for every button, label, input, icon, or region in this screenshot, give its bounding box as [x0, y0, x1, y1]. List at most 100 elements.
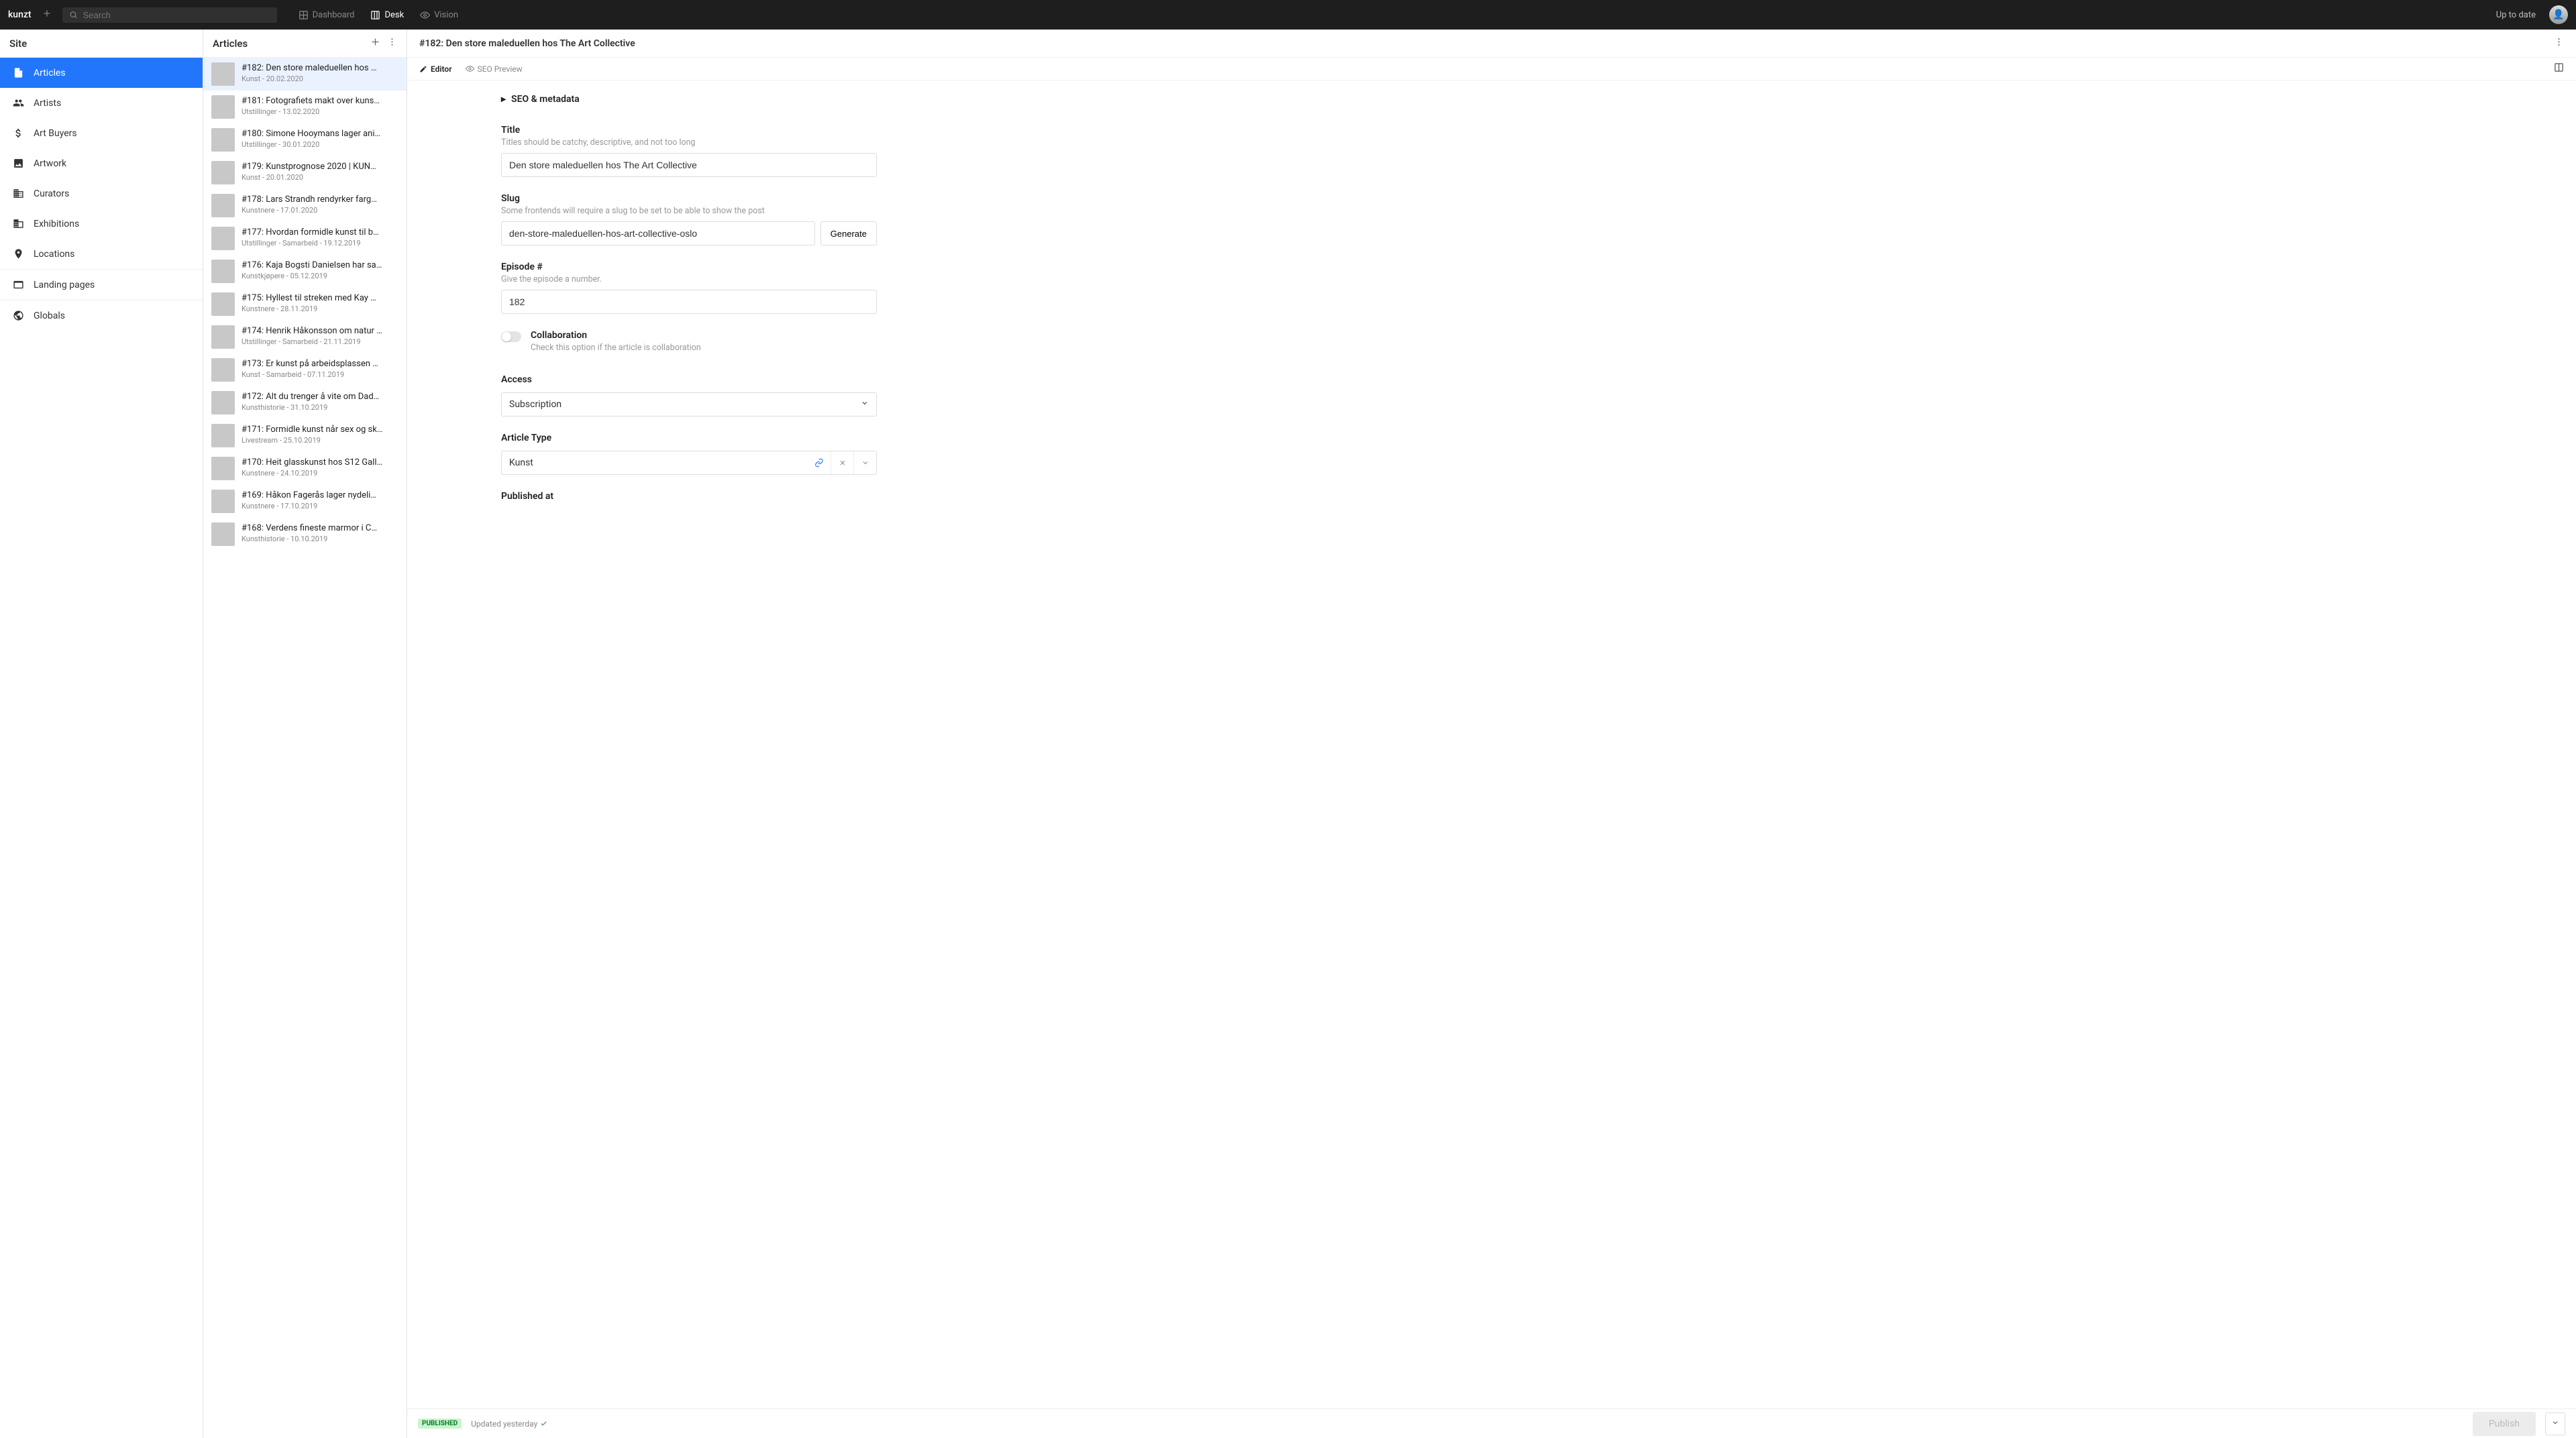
site-panel-header: Site [0, 30, 203, 58]
globals-icon [12, 310, 24, 321]
sidebar-item-landing-pages[interactable]: Landing pages [0, 270, 203, 300]
search-input-container[interactable] [62, 7, 277, 23]
articles-icon [12, 67, 24, 78]
eye-icon [420, 10, 430, 20]
articles-panel-title: Articles [213, 38, 248, 50]
article-type-reference[interactable]: Kunst [501, 451, 877, 475]
access-select[interactable]: Subscription [501, 392, 877, 417]
episode-input[interactable] [501, 290, 877, 314]
sidebar-item-globals[interactable]: Globals [0, 300, 203, 331]
article-title: #173: Er kunst på arbeidsplassen … [241, 358, 398, 370]
publish-button[interactable]: Publish [2473, 1412, 2536, 1436]
article-list-item[interactable]: #182: Den store maleduellen hos …Kunst -… [203, 58, 407, 91]
article-list-item[interactable]: #176: Kaja Bogsti Danielsen har sa…Kunst… [203, 255, 407, 288]
split-view-button[interactable] [2554, 62, 2564, 75]
article-thumbnail [211, 62, 235, 86]
article-thumbnail [211, 128, 235, 152]
nav-desk-label: Desk [384, 10, 404, 20]
sidebar-item-label: Curators [34, 188, 69, 199]
new-window-button[interactable] [38, 6, 56, 23]
title-input[interactable] [501, 153, 877, 177]
clear-reference-button[interactable] [830, 451, 853, 474]
article-meta: Kunstnere - 17.01.2020 [241, 206, 398, 215]
article-list-item[interactable]: #173: Er kunst på arbeidsplassen …Kunst … [203, 353, 407, 386]
article-title: #171: Formidle kunst når sex og sk… [241, 424, 398, 436]
sidebar-item-artwork[interactable]: Artwork [0, 148, 203, 178]
articles-menu-button[interactable] [387, 37, 397, 50]
pencil-icon [419, 65, 427, 73]
article-meta: Utstillinger - Samarbeid - 21.11.2019 [241, 337, 398, 346]
site-panel-title: Site [9, 38, 27, 50]
nav-vision[interactable]: Vision [413, 6, 465, 24]
article-list-item[interactable]: #172: Alt du trenger å vite om Dad…Kunst… [203, 386, 407, 419]
sidebar-item-label: Art Buyers [34, 128, 77, 139]
article-title: #170: Heit glasskunst hos S12 Gall… [241, 457, 398, 469]
article-thumbnail [211, 391, 235, 414]
sidebar-item-curators[interactable]: Curators [0, 178, 203, 209]
article-list-item[interactable]: #180: Simone Hooymans lager ani…Utstilli… [203, 123, 407, 156]
sidebar-item-exhibitions[interactable]: Exhibitions [0, 209, 203, 239]
article-meta: Kunsthistorie - 31.10.2019 [241, 403, 398, 412]
article-list-item[interactable]: #168: Verdens fineste marmor i C…Kunsthi… [203, 518, 407, 551]
article-meta: Kunstnere - 28.11.2019 [241, 305, 398, 313]
check-icon [540, 1420, 547, 1427]
collaboration-toggle[interactable] [501, 331, 521, 342]
article-thumbnail [211, 424, 235, 447]
landing-pages-icon [12, 279, 24, 290]
slug-input[interactable] [501, 221, 815, 245]
link-icon[interactable] [808, 451, 830, 474]
article-meta: Utstillinger - 13.02.2020 [241, 107, 398, 116]
sidebar-item-art-buyers[interactable]: Art Buyers [0, 118, 203, 148]
article-list-item[interactable]: #171: Formidle kunst når sex og sk…Lives… [203, 419, 407, 452]
tab-seo-preview[interactable]: SEO Preview [466, 64, 523, 74]
articles-panel-header: Articles [203, 30, 407, 58]
doc-menu-button[interactable] [2554, 37, 2564, 50]
sidebar-item-articles[interactable]: Articles [0, 58, 203, 88]
article-title: #179: Kunstprognose 2020 | KUN… [241, 161, 398, 173]
tab-editor[interactable]: Editor [419, 64, 452, 74]
article-title: #180: Simone Hooymans lager ani… [241, 128, 398, 140]
user-avatar[interactable]: 👤 [2549, 5, 2568, 24]
nav-dashboard[interactable]: Dashboard [292, 6, 362, 24]
article-list-item[interactable]: #175: Hyllest til streken med Kay …Kunst… [203, 288, 407, 321]
search-input[interactable] [83, 10, 270, 20]
article-meta: Kunst - 20.01.2020 [241, 173, 398, 182]
sidebar-item-label: Artwork [34, 158, 66, 169]
nav-desk[interactable]: Desk [364, 6, 411, 24]
reference-dropdown-button[interactable] [853, 451, 876, 474]
status-badge: PUBLISHED [418, 1419, 462, 1429]
published-at-label: Published at [501, 491, 877, 502]
dashboard-icon [299, 10, 309, 20]
article-list-item[interactable]: #170: Heit glasskunst hos S12 Gall…Kunst… [203, 452, 407, 485]
sidebar-item-locations[interactable]: Locations [0, 239, 203, 269]
artwork-icon [12, 158, 24, 169]
article-list-item[interactable]: #177: Hvordan formidle kunst til b…Utsti… [203, 222, 407, 255]
seo-metadata-label: SEO & metadata [511, 94, 580, 105]
add-article-button[interactable] [370, 37, 380, 50]
episode-label: Episode # [501, 262, 877, 272]
doc-title: #182: Den store maleduellen hos The Art … [419, 38, 635, 49]
eye-icon [466, 64, 474, 73]
updated-text: Updated yesterday [471, 1419, 547, 1429]
publish-more-button[interactable] [2545, 1413, 2565, 1435]
article-list-item[interactable]: #178: Lars Strandh rendyrker farg…Kunstn… [203, 189, 407, 222]
sidebar-item-artists[interactable]: Artists [0, 88, 203, 118]
article-thumbnail [211, 161, 235, 184]
nav-dashboard-label: Dashboard [313, 10, 355, 20]
article-thumbnail [211, 227, 235, 250]
article-list-item[interactable]: #181: Fotografiets makt over kuns…Utstil… [203, 91, 407, 123]
generate-button[interactable]: Generate [820, 221, 877, 245]
slug-label: Slug [501, 193, 877, 204]
article-title: #168: Verdens fineste marmor i C… [241, 522, 398, 535]
article-meta: Kunstnere - 17.10.2019 [241, 502, 398, 510]
nav-vision-label: Vision [434, 10, 458, 20]
seo-metadata-toggle[interactable]: ▸ SEO & metadata [501, 94, 877, 105]
artists-icon [12, 97, 24, 109]
access-value: Subscription [509, 399, 561, 410]
tab-editor-label: Editor [431, 64, 452, 74]
article-type-value: Kunst [502, 451, 808, 474]
article-list-item[interactable]: #174: Henrik Håkonsson om natur …Utstill… [203, 321, 407, 353]
article-list-item[interactable]: #169: Håkon Fagerås lager nydeli…Kunstne… [203, 485, 407, 518]
curators-icon [12, 188, 24, 199]
article-list-item[interactable]: #179: Kunstprognose 2020 | KUN…Kunst - 2… [203, 156, 407, 189]
